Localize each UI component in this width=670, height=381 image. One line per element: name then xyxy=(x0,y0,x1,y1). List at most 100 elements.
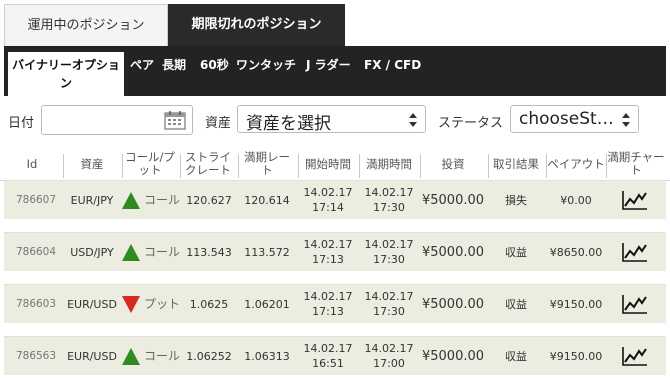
select-arrows-icon xyxy=(409,113,417,127)
column-header-expiry-time: 満期時間 xyxy=(366,156,412,171)
column-header-call-put: コール/プット xyxy=(125,150,175,177)
category-tab-one-touch[interactable]: ワンタッチ xyxy=(236,54,296,76)
category-tab-fx-cfd[interactable]: FX / CFD xyxy=(364,54,421,76)
column-header-id: Id xyxy=(26,156,38,171)
id-cell: 786607 xyxy=(15,193,57,206)
investment-cell: ¥5000.00 xyxy=(421,348,485,364)
asset-cell: EUR/USD xyxy=(67,349,117,363)
date-text: 14.02.17 xyxy=(364,290,414,303)
tab-open-positions[interactable]: 運用中のポジション xyxy=(4,4,168,46)
date-text: 14.02.17 xyxy=(303,238,353,251)
column-header-result: 取引結果 xyxy=(493,156,539,171)
result-cell: 収益 xyxy=(505,349,527,363)
expiry-chart-cell xyxy=(606,181,664,219)
time-text: 17:30 xyxy=(373,253,405,266)
id-cell: 786604 xyxy=(15,245,57,258)
column-header-expiry-rate: 満期レート xyxy=(244,150,290,177)
status-label: ステータス xyxy=(438,116,504,131)
direction-cell: コール xyxy=(122,181,184,219)
category-bar: バイナリーオプション ペア 長期 60秒 ワンタッチ J ラダー FX / CF… xyxy=(4,46,666,96)
chart-line-icon[interactable] xyxy=(622,346,648,366)
expiry-rate-cell: 113.572 xyxy=(244,245,290,259)
id-cell: 786603 xyxy=(15,297,57,310)
table-row[interactable]: 786563 EUR/USD コール 1.06252 1.06313 14.02.17 16… xyxy=(4,336,666,375)
id-cell: 786563 xyxy=(15,349,57,362)
category-tab-60-seconds[interactable]: 60秒 xyxy=(200,54,229,76)
payout-cell: ¥8650.00 xyxy=(549,245,603,259)
category-tab-binary-options[interactable]: バイナリーオプション xyxy=(8,52,124,96)
expiry-chart-cell xyxy=(606,233,664,271)
payout-cell: ¥9150.00 xyxy=(549,349,603,363)
filter-row: 日付 資産 資産を選択 ステータス chooseSt… xyxy=(0,100,670,140)
column-header-asset: 資産 xyxy=(80,156,104,171)
date-text: 14.02.17 xyxy=(303,342,353,355)
calendar-icon[interactable] xyxy=(164,110,186,130)
chart-line-icon[interactable] xyxy=(622,294,648,314)
expiry-chart-cell xyxy=(606,285,664,323)
expiry-chart-cell xyxy=(606,337,664,375)
time-text: 17:00 xyxy=(373,357,405,370)
select-arrows-icon xyxy=(622,113,630,127)
time-text: 17:14 xyxy=(312,201,344,214)
investment-cell: ¥5000.00 xyxy=(421,296,485,312)
category-tab-j-ladder[interactable]: J ラダー xyxy=(306,54,351,76)
column-header-investment: 投資 xyxy=(441,156,465,171)
time-text: 17:13 xyxy=(312,305,344,318)
start-time-cell: 14.02.17 16:51 xyxy=(299,337,357,375)
date-label: 日付 xyxy=(8,116,35,131)
table-row[interactable]: 786603 EUR/USD プット 1.0625 1.06201 14.02.17 17:… xyxy=(4,284,666,323)
chart-line-icon[interactable] xyxy=(622,190,648,210)
direction-label: プット xyxy=(144,296,181,311)
call-up-triangle-icon xyxy=(122,191,140,209)
expiry-rate-cell: 120.614 xyxy=(244,193,290,207)
date-text: 14.02.17 xyxy=(303,186,353,199)
status-select[interactable]: chooseSt… xyxy=(510,105,639,133)
date-text: 14.02.17 xyxy=(364,342,414,355)
table-row[interactable]: 786604 USD/JPY コール 113.543 113.572 14.02.17 17… xyxy=(4,232,666,271)
result-cell: 収益 xyxy=(505,245,527,259)
direction-cell: コール xyxy=(122,337,184,375)
time-text: 17:30 xyxy=(373,201,405,214)
result-cell: 損失 xyxy=(505,193,527,207)
chart-line-icon[interactable] xyxy=(622,242,648,262)
table-row[interactable]: 786607 EUR/JPY コール 120.627 120.614 14.02.17 17… xyxy=(4,180,666,219)
start-time-cell: 14.02.17 17:13 xyxy=(299,285,357,323)
asset-select[interactable]: 資産を選択 xyxy=(237,105,426,134)
start-time-cell: 14.02.17 17:14 xyxy=(299,181,357,219)
investment-cell: ¥5000.00 xyxy=(421,192,485,208)
asset-select-value: 資産を選択 xyxy=(246,114,331,134)
table-header: Id 資産 コール/プット ストライクレート 満期レート 開始時間 満期時間 投… xyxy=(0,148,670,181)
direction-cell: コール xyxy=(122,233,184,271)
time-text: 17:13 xyxy=(312,253,344,266)
column-header-strike-rate: ストライクレート xyxy=(185,150,231,177)
payout-cell: ¥9150.00 xyxy=(549,297,603,311)
column-header-expiry-chart: 満期チャート xyxy=(607,150,665,177)
direction-label: コール xyxy=(144,348,181,363)
tab-expired-positions[interactable]: 期限切れのポジション xyxy=(168,4,345,46)
category-tab-long-term[interactable]: 長期 xyxy=(162,54,186,76)
expiry-rate-cell: 1.06201 xyxy=(244,297,290,311)
date-field[interactable] xyxy=(41,105,193,135)
direction-cell: プット xyxy=(122,285,184,323)
expiry-time-cell: 14.02.17 17:00 xyxy=(360,337,418,375)
call-up-triangle-icon xyxy=(122,347,140,365)
strike-rate-cell: 120.627 xyxy=(186,193,232,207)
put-down-triangle-icon xyxy=(122,295,140,313)
direction-label: コール xyxy=(144,244,181,259)
call-up-triangle-icon xyxy=(122,243,140,261)
position-tabs: 運用中のポジション 期限切れのポジション xyxy=(0,0,670,46)
expiry-time-cell: 14.02.17 17:30 xyxy=(360,285,418,323)
start-time-cell: 14.02.17 17:13 xyxy=(299,233,357,271)
category-tab-pair[interactable]: ペア xyxy=(130,54,154,76)
expiry-time-cell: 14.02.17 17:30 xyxy=(360,181,418,219)
direction-label: コール xyxy=(144,192,181,207)
asset-cell: USD/JPY xyxy=(70,245,114,259)
strike-rate-cell: 1.0625 xyxy=(189,297,229,311)
result-cell: 収益 xyxy=(505,297,527,311)
strike-rate-cell: 113.543 xyxy=(186,245,232,259)
expiry-time-cell: 14.02.17 17:30 xyxy=(360,233,418,271)
date-text: 14.02.17 xyxy=(364,238,414,251)
column-header-payout: ペイアウト xyxy=(547,156,605,171)
time-text: 16:51 xyxy=(312,357,344,370)
expiry-rate-cell: 1.06313 xyxy=(244,349,290,363)
